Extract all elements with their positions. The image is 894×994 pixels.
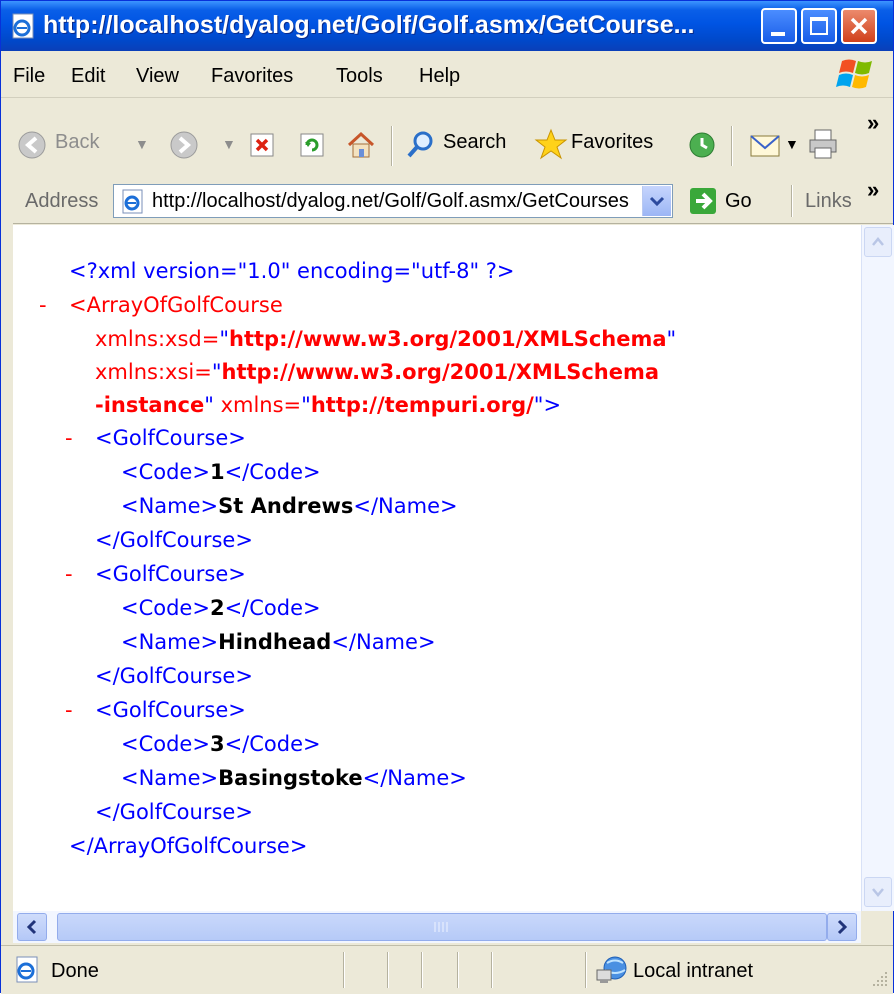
status-separator — [457, 952, 459, 988]
address-dropdown-button[interactable] — [642, 186, 671, 216]
status-separator — [343, 952, 345, 988]
ie-page-icon — [12, 13, 34, 39]
back-dropdown-icon[interactable]: ▼ — [135, 136, 149, 152]
horizontal-scroll-thumb[interactable] — [57, 913, 827, 941]
history-icon[interactable] — [687, 130, 717, 160]
window-frame-left — [1, 223, 13, 944]
go-arrow-icon[interactable] — [689, 187, 717, 215]
stop-icon[interactable] — [249, 132, 275, 158]
collapse-root-toggle[interactable]: - — [39, 289, 47, 321]
window-title: http://localhost/dyalog.net/Golf/Golf.as… — [43, 11, 695, 39]
code-element: <Code>2</Code> — [121, 596, 321, 620]
standard-toolbar: Back ▼ ▼ Search Favorites ▼ » — [1, 98, 893, 181]
course-close-tag: </GolfCourse> — [95, 800, 253, 824]
collapse-course-toggle[interactable]: - — [65, 694, 73, 726]
scroll-right-button[interactable] — [827, 913, 857, 941]
address-url: http://localhost/dyalog.net/Golf/Golf.as… — [152, 190, 629, 212]
status-separator — [491, 952, 493, 988]
status-separator — [387, 952, 389, 988]
chevron-down-icon — [649, 196, 665, 207]
search-button[interactable]: Search — [443, 131, 506, 154]
favorites-button[interactable]: Favorites — [571, 131, 653, 154]
menu-help[interactable]: Help — [419, 65, 460, 88]
security-zone-label: Local intranet — [633, 960, 754, 982]
code-element: <Code>3</Code> — [121, 732, 321, 756]
xml-document-view: <?xml version="1.0" encoding="utf-8" ?> … — [13, 225, 861, 911]
search-icon — [407, 131, 433, 158]
print-icon[interactable] — [807, 128, 841, 162]
page-done-icon — [16, 956, 38, 983]
browser-window: http://localhost/dyalog.net/Golf/Golf.as… — [0, 0, 894, 994]
grip-icon — [434, 922, 448, 932]
go-button[interactable]: Go — [725, 190, 752, 213]
links-chevron-icon[interactable]: » — [867, 177, 879, 203]
code-element: <Code>1</Code> — [121, 460, 321, 484]
xsd-attribute: xmlns:xsd="http://www.w3.org/2001/XMLSch… — [95, 327, 677, 351]
title-bar[interactable]: http://localhost/dyalog.net/Golf/Golf.as… — [1, 1, 893, 51]
resize-grip-icon[interactable] — [871, 970, 889, 988]
back-arrow-icon — [18, 131, 46, 159]
address-separator — [791, 185, 793, 217]
course-close-tag: </GolfCourse> — [95, 528, 253, 552]
horizontal-scrollbar[interactable] — [13, 911, 861, 943]
close-icon — [850, 17, 868, 35]
root-close-tag: </ArrayOfGolfCourse> — [69, 834, 308, 858]
name-element: <Name>Basingstoke</Name> — [121, 766, 467, 790]
chevron-down-icon — [872, 888, 884, 897]
menu-favorites[interactable]: Favorites — [211, 65, 293, 88]
name-element: <Name>Hindhead</Name> — [121, 630, 436, 654]
minimize-button[interactable] — [761, 8, 797, 44]
chevron-right-icon — [837, 919, 848, 935]
course-open-tag: <GolfCourse> — [95, 562, 246, 586]
course-open-tag: <GolfCourse> — [95, 426, 246, 450]
xsi-attribute: xmlns:xsi="http://www.w3.org/2001/XMLSch… — [95, 360, 660, 384]
chevron-left-icon — [26, 919, 37, 935]
scroll-left-button[interactable] — [17, 913, 47, 941]
maximize-button[interactable] — [801, 8, 837, 44]
mail-dropdown-icon[interactable]: ▼ — [785, 136, 799, 152]
scrollbar-corner — [861, 911, 893, 943]
collapse-course-toggle[interactable]: - — [65, 558, 73, 590]
menu-tools[interactable]: Tools — [336, 65, 383, 88]
local-intranet-icon — [596, 956, 627, 983]
menu-bar: File Edit View Favorites Tools Help — [1, 53, 893, 98]
xmlns-attribute: -instance" xmlns="http://tempuri.org/"> — [95, 393, 562, 417]
page-icon — [122, 189, 143, 214]
menu-file[interactable]: File — [13, 65, 45, 88]
scroll-down-button[interactable] — [864, 877, 892, 907]
back-button[interactable]: Back — [55, 131, 99, 154]
links-button[interactable]: Links — [805, 190, 852, 213]
status-text: Done — [51, 960, 99, 982]
home-icon[interactable] — [345, 130, 377, 160]
course-close-tag: </GolfCourse> — [95, 664, 253, 688]
name-element: <Name>St Andrews</Name> — [121, 494, 458, 518]
forward-dropdown-icon[interactable]: ▼ — [222, 136, 236, 152]
course-open-tag: <GolfCourse> — [95, 698, 246, 722]
address-input[interactable]: http://localhost/dyalog.net/Golf/Golf.as… — [113, 184, 673, 218]
close-button[interactable] — [841, 8, 877, 44]
windows-logo-icon — [836, 59, 872, 89]
scroll-up-button[interactable] — [864, 227, 892, 257]
collapse-course-toggle[interactable]: - — [65, 422, 73, 454]
favorites-star-icon — [534, 128, 568, 160]
status-bar: Done Local intranet — [1, 945, 893, 994]
address-label: Address — [25, 190, 99, 212]
forward-arrow-icon[interactable] — [169, 130, 199, 160]
xml-declaration: <?xml version="1.0" encoding="utf-8" ?> — [69, 259, 515, 283]
menu-view[interactable]: View — [136, 65, 179, 88]
menu-edit[interactable]: Edit — [71, 65, 105, 88]
root-open-tag: <ArrayOfGolfCourse — [69, 293, 283, 317]
mail-icon[interactable] — [749, 130, 783, 160]
address-bar: Address http://localhost/dyalog.net/Golf… — [1, 177, 893, 224]
vertical-scrollbar[interactable] — [861, 225, 894, 911]
status-separator — [585, 952, 587, 988]
toolbar-separator — [731, 126, 733, 166]
toolbar-chevron-icon[interactable]: » — [867, 110, 879, 136]
refresh-icon[interactable] — [299, 132, 325, 158]
status-separator — [421, 952, 423, 988]
chevron-up-icon — [872, 237, 884, 246]
toolbar-separator — [391, 126, 393, 166]
